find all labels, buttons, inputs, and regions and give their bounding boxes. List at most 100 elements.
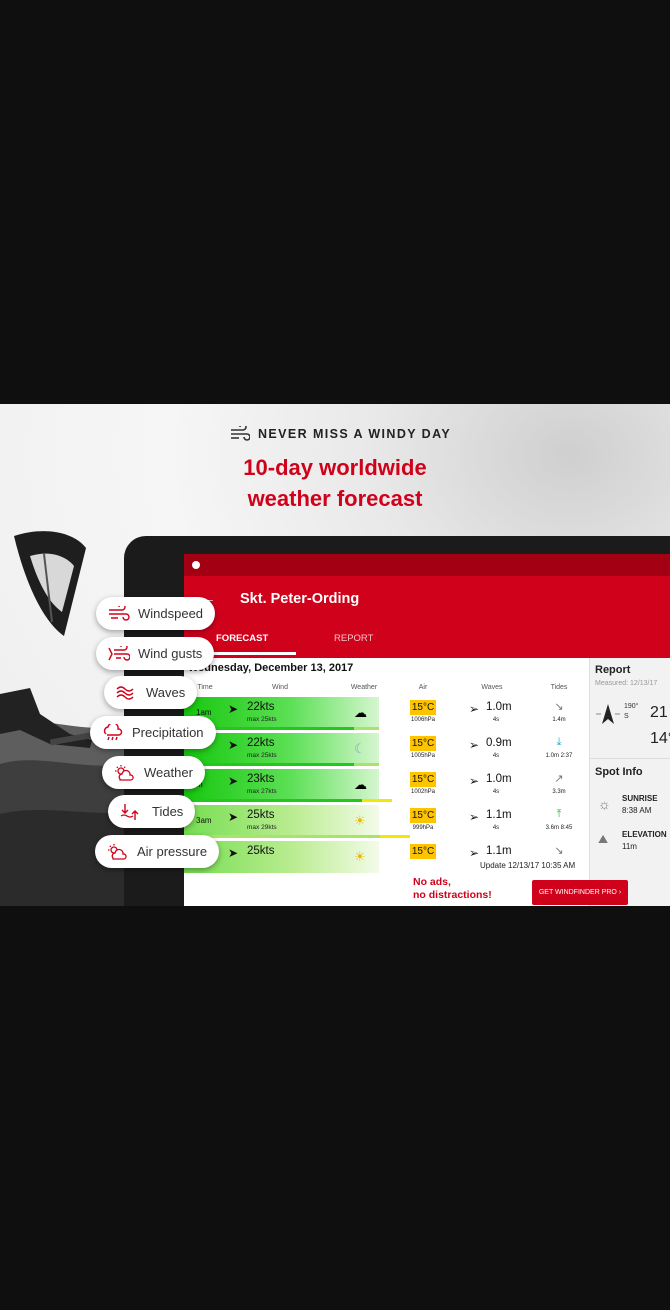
- tide-high-icon: ⤒: [556, 808, 562, 820]
- chevron-right-icon: ›: [618, 889, 622, 896]
- noads-line-1: No ads,: [413, 876, 451, 888]
- tide-value: 1.0m 2:37: [545, 753, 573, 759]
- wave-height: 1.0m: [486, 773, 512, 785]
- feature-label: Tides: [152, 804, 184, 819]
- headline-line-2: weather forecast: [247, 486, 423, 511]
- spot-info-title: Spot Info: [595, 766, 643, 778]
- cloudy-night-icon: ☁: [354, 705, 367, 720]
- table-row[interactable]: ➤ 25kts ☀ 15°C ➢ 1.1m ↘: [184, 840, 589, 876]
- wind-speed: 22kts: [247, 701, 275, 713]
- table-row[interactable]: ➤ 22kts max 25kts ☾ 15°C 1005hPa ➢ 0.9m …: [184, 732, 589, 768]
- sun-cloud-icon: ☀: [354, 849, 366, 864]
- report-wind-speed: 21: [650, 704, 668, 721]
- air-temp: 15°C: [410, 844, 436, 859]
- feature-waves: Waves: [104, 676, 198, 709]
- gust-bar-extra: [354, 763, 379, 766]
- col-waves: Waves: [481, 684, 503, 691]
- wind-gust: max 29kts: [247, 824, 277, 831]
- feature-windspeed: Windspeed: [96, 597, 216, 630]
- app-bar: ← Skt. Peter-Ording FORECAST REPORT: [184, 576, 670, 658]
- report-title: Report: [595, 664, 631, 676]
- report-direction-deg: 190°: [624, 703, 639, 710]
- wind-speed: 25kts: [247, 845, 275, 857]
- wind-direction-icon: ➤: [228, 738, 239, 752]
- divider: [590, 758, 670, 759]
- feature-label: Air pressure: [137, 844, 208, 859]
- wind-speed: 23kts: [247, 773, 275, 785]
- tab-forecast[interactable]: FORECAST: [216, 633, 268, 644]
- wind-cell-bg: [184, 769, 379, 801]
- app-screen: ← Skt. Peter-Ording FORECAST REPORT Wedn…: [184, 554, 670, 906]
- report-temperature: 14°: [650, 730, 670, 747]
- wind-gust: max 25kts: [247, 716, 277, 723]
- cloudy-night-icon: ☁: [354, 777, 367, 792]
- tide-arrow-icon: ↘: [554, 845, 564, 857]
- elevation-value: 11m: [622, 842, 637, 851]
- wave-height: 1.1m: [486, 845, 512, 857]
- moon-icon: ☾: [354, 741, 366, 756]
- feature-label: Windspeed: [138, 606, 204, 621]
- elevation-icon: ⛰: [598, 832, 609, 846]
- feature-tides: Tides: [108, 795, 196, 828]
- wave-period: 4s: [492, 825, 500, 831]
- report-direction-label: S: [624, 713, 629, 720]
- air-pressure-icon: [108, 843, 127, 860]
- feature-wind-gusts: Wind gusts: [96, 637, 215, 670]
- windspeed-icon: [109, 605, 130, 621]
- sunrise-value: 8:38 AM: [622, 806, 652, 815]
- feature-air-pressure: Air pressure: [95, 835, 220, 868]
- forecast-date: Wednesday, December 13, 2017: [188, 662, 354, 674]
- noads-text: No ads, no distractions!: [413, 876, 492, 902]
- table-row[interactable]: 3am ➤ 25kts max 29kts ☀ 15°C 999hPa ➢ 1.…: [184, 804, 589, 840]
- status-bar: [184, 554, 670, 576]
- sunrise-icon: ☼: [598, 796, 611, 812]
- air-temp: 15°C: [410, 772, 436, 787]
- feature-label: Weather: [144, 765, 193, 780]
- tide-value: 1.4m: [552, 717, 566, 723]
- wind-direction-icon: ➤: [228, 846, 239, 860]
- wind-cell-bg: [184, 805, 379, 837]
- get-pro-button[interactable]: GET WINDFINDER PRO ›: [532, 880, 628, 905]
- precipitation-icon: [103, 723, 123, 740]
- wave-height: 1.1m: [486, 809, 512, 821]
- wind-gust: max 27kts: [247, 788, 277, 795]
- camera-dot: [192, 561, 200, 569]
- update-time: Update 12/13/17 10:35 AM: [480, 861, 576, 870]
- tagline: NEVER MISS A WINDY DAY: [230, 426, 451, 442]
- air-pressure: 1005hPa: [410, 753, 436, 759]
- tagline-text: NEVER MISS A WINDY DAY: [258, 427, 452, 441]
- noads-line-2: no distractions!: [413, 889, 492, 901]
- tab-report[interactable]: REPORT: [334, 633, 373, 644]
- air-temp: 15°C: [410, 736, 436, 751]
- row-time: 3am: [196, 816, 212, 825]
- feature-weather: Weather: [102, 756, 205, 789]
- tide-low-icon: ⤓: [556, 736, 562, 748]
- wave-period: 4s: [492, 789, 500, 795]
- report-panel: Report Measured: 12/13/17 190° S 21 14° …: [589, 658, 670, 906]
- gust-bar-extra: [380, 835, 410, 838]
- feature-label: Precipitation: [132, 725, 204, 740]
- wind-gust: max 25kts: [247, 752, 277, 759]
- table-row[interactable]: 1am ➤ 22kts max 25kts ☁ 15°C 1006hPa ➢ 1…: [184, 696, 589, 732]
- air-temp: 15°C: [410, 808, 436, 823]
- kiter-image: [0, 688, 95, 748]
- weather-icon: [115, 764, 134, 781]
- gust-bar-extra: [354, 727, 379, 730]
- wind-direction-compass-icon: [596, 704, 620, 724]
- col-weather: Weather: [350, 684, 378, 691]
- air-temp: 15°C: [410, 700, 436, 715]
- gust-bar-extra: [362, 799, 392, 802]
- table-row[interactable]: m ➤ 23kts max 27kts ☁ 15°C 1002hPa ➢ 1.0…: [184, 768, 589, 804]
- tides-icon: [120, 803, 139, 820]
- tide-arrow-icon: ↗: [554, 773, 564, 785]
- get-pro-label: GET WINDFINDER PRO: [538, 889, 617, 896]
- wind-direction-icon: ➤: [228, 774, 239, 788]
- col-tides: Tides: [550, 684, 568, 691]
- col-wind: Wind: [272, 684, 288, 691]
- air-pressure: 999hPa: [412, 825, 434, 831]
- headline-line-1: 10-day worldwide: [243, 455, 427, 480]
- tide-value: 3.3m: [552, 789, 566, 795]
- tide-arrow-icon: ↘: [554, 701, 564, 713]
- wind-gusts-icon: [108, 645, 130, 661]
- wind-direction-icon: ➤: [228, 702, 239, 716]
